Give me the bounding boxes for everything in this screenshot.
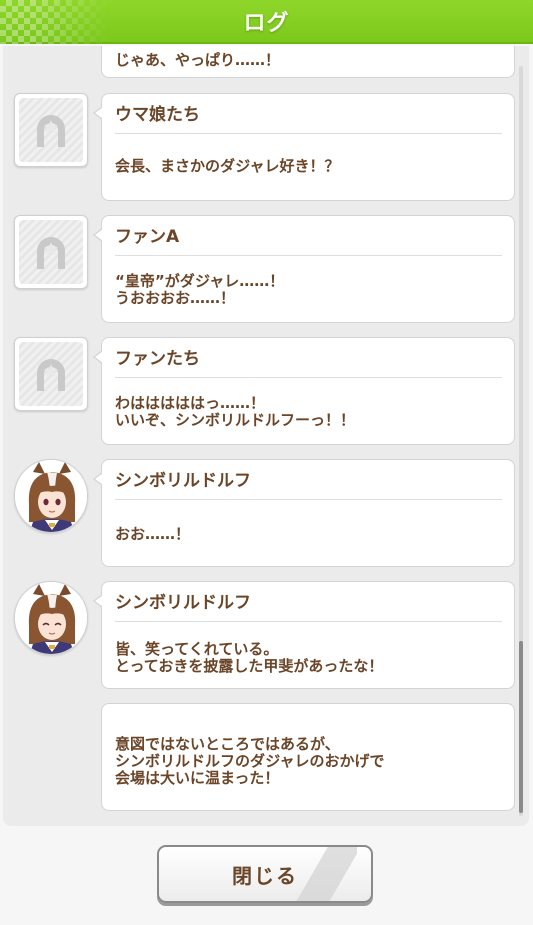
dialogue-text: じゃあ、やっぱり……！ [115, 51, 281, 69]
speaker-name: ファンA [115, 222, 502, 256]
dialogue-bubble: シンボリルドルフ おお……！ [93, 459, 515, 567]
dialogue-text: わはははははっ……！ いいぞ、シンボリルドルフーっ！！ [115, 394, 356, 429]
character-portrait-icon [15, 460, 87, 532]
speaker-name: シンボリルドルフ [115, 466, 502, 500]
dialogue-text: 会長、まさかのダジャレ好き！？ [115, 157, 340, 175]
character-portrait-icon [15, 582, 87, 654]
dialogue-text: 皆、笑ってくれている。 とっておきを披露した甲斐があったな！ [115, 640, 384, 675]
placeholder-horseshoe-icon [37, 115, 65, 147]
dialogue-bubble: シンボリルドルフ 皆、笑ってくれている。 とっておきを披露した甲斐があったな！ [93, 581, 515, 689]
header-pattern [0, 0, 110, 44]
avatar [14, 581, 88, 655]
dialogue-bubble: じゃあ、やっぱり……！ [101, 46, 515, 78]
scrollbar-track[interactable] [519, 66, 523, 816]
scrollbar-thumb[interactable] [519, 641, 523, 813]
placeholder-horseshoe-icon [37, 237, 65, 269]
header-bar: ログ [0, 0, 533, 44]
close-button-label: 閉じる [232, 863, 298, 888]
dialogue-bubble: ファンA “皇帝”がダジャレ……！ うおおおお……！ [93, 215, 515, 323]
speaker-name: シンボリルドルフ [115, 588, 502, 622]
placeholder-horseshoe-icon [37, 359, 65, 391]
close-button[interactable]: 閉じる [157, 845, 373, 903]
narration-text: 意図ではないところではあるが、 シンボリルドルフのダジャレのおかげで 会場は大い… [115, 735, 385, 787]
avatar [14, 93, 88, 167]
log-list[interactable]: じゃあ、やっぱり……！ ウマ娘たち 会長、まさかのダジャレ好き！？ ファンA “… [3, 46, 529, 826]
avatar [14, 459, 88, 533]
page-title: ログ [243, 11, 290, 36]
speaker-name: ウマ娘たち [115, 100, 502, 134]
dialogue-text: おお……！ [115, 525, 191, 543]
dialogue-text: “皇帝”がダジャレ……！ うおおおお……！ [115, 272, 285, 307]
speaker-name: ファンたち [115, 344, 502, 378]
avatar [14, 215, 88, 289]
avatar [14, 337, 88, 411]
dialogue-bubble: ファンたち わはははははっ……！ いいぞ、シンボリルドルフーっ！！ [93, 337, 515, 445]
dialogue-bubble: ウマ娘たち 会長、まさかのダジャレ好き！？ [93, 93, 515, 201]
narration-bubble: 意図ではないところではあるが、 シンボリルドルフのダジャレのおかげで 会場は大い… [101, 703, 515, 811]
